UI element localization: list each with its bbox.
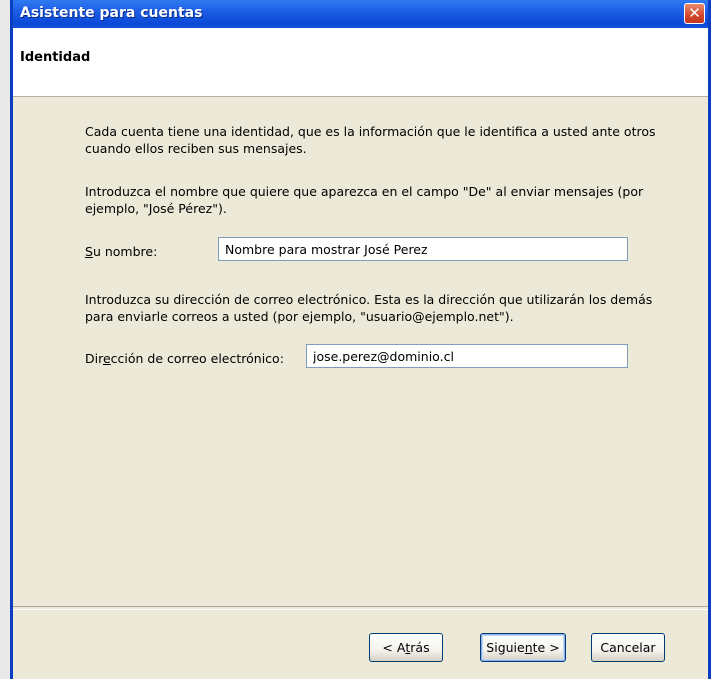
name-label: Su nombre: <box>85 244 158 259</box>
name-instructions: Introduzca el nombre que quiere que apar… <box>85 184 644 216</box>
email-label: Dirección de correo electrónico: <box>85 351 284 366</box>
title-bar: Asistente para cuentas ✕ <box>13 0 708 28</box>
window-title: Asistente para cuentas <box>20 5 203 21</box>
page-title: Identidad <box>20 50 91 65</box>
wizard-content: Cada cuenta tiene una identidad, que es … <box>13 97 708 605</box>
back-button[interactable]: < At rás <box>369 633 443 662</box>
email-instructions: Introduzca su dirección de correo electr… <box>85 292 653 324</box>
account-wizard-dialog: Asistente para cuentas ✕ Identidad Cada … <box>10 0 711 679</box>
close-button[interactable]: ✕ <box>684 3 705 24</box>
page-header: Identidad <box>13 28 708 97</box>
name-field[interactable] <box>218 237 628 261</box>
button-separator <box>13 606 708 610</box>
email-field[interactable] <box>306 344 628 368</box>
intro-text: Cada cuenta tiene una identidad, que es … <box>85 124 656 156</box>
close-icon: ✕ <box>688 4 701 22</box>
next-button[interactable]: Siguie n te > <box>480 633 566 662</box>
cancel-button[interactable]: Cancelar <box>591 633 665 662</box>
